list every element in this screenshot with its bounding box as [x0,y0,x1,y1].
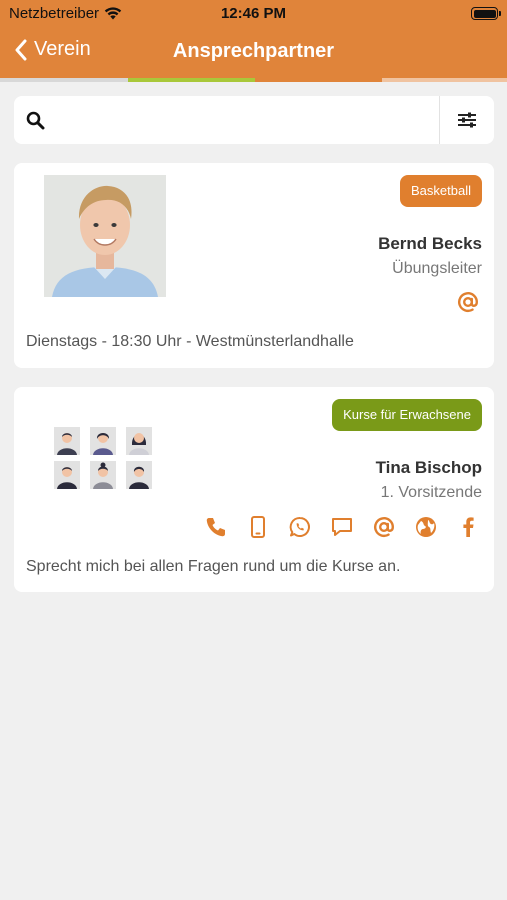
avatar [54,461,80,489]
contact-role: Übungsleiter [392,260,482,277]
filter-button[interactable] [440,96,494,144]
whatsapp-icon[interactable] [288,515,312,539]
email-icon[interactable] [372,515,396,539]
search-icon [26,111,45,130]
avatar [54,427,80,455]
email-icon[interactable] [456,290,480,314]
tab-indicator-4 [382,78,507,82]
tab-indicator-1 [0,78,128,82]
avatar [126,427,152,455]
navigation-bar: Verein Ansprechpartner [0,28,507,78]
tab-indicator-3 [255,78,382,82]
placeholder-avatar-grid [54,427,154,489]
mobile-icon[interactable] [246,515,270,539]
tab-indicator-strip [0,78,507,82]
clock: 12:46 PM [220,5,287,22]
category-badge[interactable]: Kurse für Erwachsene [332,399,482,431]
phone-icon[interactable] [204,515,228,539]
search-bar [14,96,494,144]
battery-icon [471,7,501,20]
globe-icon[interactable] [414,515,438,539]
contact-description: Sprecht mich bei allen Fragen rund um di… [26,558,401,575]
tab-indicator-2 [128,78,255,82]
contact-name: Bernd Becks [378,234,482,253]
page-title: Ansprechpartner [172,40,335,62]
contact-role: 1. Vorsitzende [380,484,482,501]
contact-photo [44,175,166,297]
contact-actions [204,515,480,539]
sliders-icon [458,112,476,128]
chat-icon[interactable] [330,515,354,539]
category-badge[interactable]: Basketball [400,175,482,207]
avatar [90,427,116,455]
facebook-icon[interactable] [456,515,480,539]
contact-name: Tina Bischop [375,458,482,477]
avatar [90,461,116,489]
contact-card[interactable]: Kurse für Erwachsene Tina Bischop 1. Vor… [14,387,494,592]
status-bar: Netzbetreiber 12:46 PM [0,0,507,28]
contact-card[interactable]: Basketball Bernd Becks Übungsleiter Dien… [14,163,494,368]
search-input[interactable] [62,104,442,136]
contact-description: Dienstags - 18:30 Uhr - Westmünsterlandh… [26,333,354,350]
avatar [126,461,152,489]
app-header: Netzbetreiber 12:46 PM Verein Ansprechpa… [0,0,507,82]
contact-actions [456,290,480,314]
